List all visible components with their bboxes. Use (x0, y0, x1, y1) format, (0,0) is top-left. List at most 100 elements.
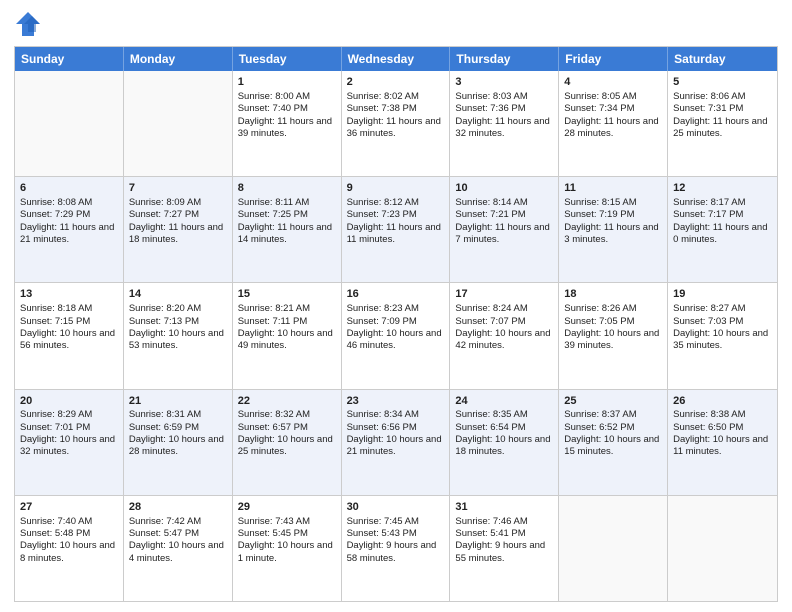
calendar-cell: 31Sunrise: 7:46 AM Sunset: 5:41 PM Dayli… (450, 496, 559, 601)
logo (14, 10, 46, 38)
calendar-cell (559, 496, 668, 601)
day-info: Sunrise: 8:11 AM Sunset: 7:25 PM Dayligh… (238, 197, 336, 246)
calendar-cell: 23Sunrise: 8:34 AM Sunset: 6:56 PM Dayli… (342, 390, 451, 495)
header (14, 10, 778, 38)
day-number: 10 (455, 181, 553, 196)
calendar-cell: 8Sunrise: 8:11 AM Sunset: 7:25 PM Daylig… (233, 177, 342, 282)
calendar-cell: 7Sunrise: 8:09 AM Sunset: 7:27 PM Daylig… (124, 177, 233, 282)
day-info: Sunrise: 7:43 AM Sunset: 5:45 PM Dayligh… (238, 516, 336, 565)
day-info: Sunrise: 7:40 AM Sunset: 5:48 PM Dayligh… (20, 516, 118, 565)
day-number: 14 (129, 287, 227, 302)
calendar: SundayMondayTuesdayWednesdayThursdayFrid… (14, 46, 778, 602)
day-number: 22 (238, 394, 336, 409)
day-number: 26 (673, 394, 772, 409)
day-info: Sunrise: 8:02 AM Sunset: 7:38 PM Dayligh… (347, 91, 445, 140)
day-number: 28 (129, 500, 227, 515)
day-number: 31 (455, 500, 553, 515)
calendar-row: 27Sunrise: 7:40 AM Sunset: 5:48 PM Dayli… (15, 495, 777, 601)
day-info: Sunrise: 8:24 AM Sunset: 7:07 PM Dayligh… (455, 303, 553, 352)
day-info: Sunrise: 8:32 AM Sunset: 6:57 PM Dayligh… (238, 409, 336, 458)
day-info: Sunrise: 7:46 AM Sunset: 5:41 PM Dayligh… (455, 516, 553, 565)
calendar-cell: 10Sunrise: 8:14 AM Sunset: 7:21 PM Dayli… (450, 177, 559, 282)
day-number: 1 (238, 75, 336, 90)
day-info: Sunrise: 8:08 AM Sunset: 7:29 PM Dayligh… (20, 197, 118, 246)
day-info: Sunrise: 8:20 AM Sunset: 7:13 PM Dayligh… (129, 303, 227, 352)
day-info: Sunrise: 8:12 AM Sunset: 7:23 PM Dayligh… (347, 197, 445, 246)
calendar-cell: 28Sunrise: 7:42 AM Sunset: 5:47 PM Dayli… (124, 496, 233, 601)
day-number: 2 (347, 75, 445, 90)
day-number: 15 (238, 287, 336, 302)
weekday-header: Saturday (668, 47, 777, 71)
day-number: 27 (20, 500, 118, 515)
day-info: Sunrise: 8:35 AM Sunset: 6:54 PM Dayligh… (455, 409, 553, 458)
day-info: Sunrise: 8:18 AM Sunset: 7:15 PM Dayligh… (20, 303, 118, 352)
day-info: Sunrise: 8:17 AM Sunset: 7:17 PM Dayligh… (673, 197, 772, 246)
calendar-cell: 4Sunrise: 8:05 AM Sunset: 7:34 PM Daylig… (559, 71, 668, 176)
calendar-cell: 30Sunrise: 7:45 AM Sunset: 5:43 PM Dayli… (342, 496, 451, 601)
calendar-cell: 21Sunrise: 8:31 AM Sunset: 6:59 PM Dayli… (124, 390, 233, 495)
calendar-cell: 27Sunrise: 7:40 AM Sunset: 5:48 PM Dayli… (15, 496, 124, 601)
day-info: Sunrise: 8:21 AM Sunset: 7:11 PM Dayligh… (238, 303, 336, 352)
day-info: Sunrise: 8:06 AM Sunset: 7:31 PM Dayligh… (673, 91, 772, 140)
calendar-cell: 14Sunrise: 8:20 AM Sunset: 7:13 PM Dayli… (124, 283, 233, 388)
day-number: 5 (673, 75, 772, 90)
calendar-cell: 11Sunrise: 8:15 AM Sunset: 7:19 PM Dayli… (559, 177, 668, 282)
calendar-row: 20Sunrise: 8:29 AM Sunset: 7:01 PM Dayli… (15, 389, 777, 495)
day-number: 17 (455, 287, 553, 302)
day-number: 3 (455, 75, 553, 90)
weekday-header: Sunday (15, 47, 124, 71)
day-number: 25 (564, 394, 662, 409)
day-number: 30 (347, 500, 445, 515)
calendar-cell: 17Sunrise: 8:24 AM Sunset: 7:07 PM Dayli… (450, 283, 559, 388)
day-info: Sunrise: 8:29 AM Sunset: 7:01 PM Dayligh… (20, 409, 118, 458)
calendar-cell: 29Sunrise: 7:43 AM Sunset: 5:45 PM Dayli… (233, 496, 342, 601)
calendar-cell: 20Sunrise: 8:29 AM Sunset: 7:01 PM Dayli… (15, 390, 124, 495)
day-number: 18 (564, 287, 662, 302)
weekday-header: Thursday (450, 47, 559, 71)
calendar-cell: 19Sunrise: 8:27 AM Sunset: 7:03 PM Dayli… (668, 283, 777, 388)
weekday-header: Friday (559, 47, 668, 71)
logo-icon (14, 10, 42, 38)
calendar-row: 13Sunrise: 8:18 AM Sunset: 7:15 PM Dayli… (15, 282, 777, 388)
day-number: 16 (347, 287, 445, 302)
weekday-header: Monday (124, 47, 233, 71)
day-number: 29 (238, 500, 336, 515)
calendar-cell: 3Sunrise: 8:03 AM Sunset: 7:36 PM Daylig… (450, 71, 559, 176)
calendar-header: SundayMondayTuesdayWednesdayThursdayFrid… (15, 47, 777, 71)
day-number: 4 (564, 75, 662, 90)
day-number: 6 (20, 181, 118, 196)
day-info: Sunrise: 7:42 AM Sunset: 5:47 PM Dayligh… (129, 516, 227, 565)
day-info: Sunrise: 8:23 AM Sunset: 7:09 PM Dayligh… (347, 303, 445, 352)
day-info: Sunrise: 8:09 AM Sunset: 7:27 PM Dayligh… (129, 197, 227, 246)
day-number: 11 (564, 181, 662, 196)
calendar-row: 1Sunrise: 8:00 AM Sunset: 7:40 PM Daylig… (15, 71, 777, 176)
day-number: 19 (673, 287, 772, 302)
day-info: Sunrise: 8:38 AM Sunset: 6:50 PM Dayligh… (673, 409, 772, 458)
calendar-cell: 6Sunrise: 8:08 AM Sunset: 7:29 PM Daylig… (15, 177, 124, 282)
day-number: 8 (238, 181, 336, 196)
page: SundayMondayTuesdayWednesdayThursdayFrid… (0, 0, 792, 612)
calendar-cell (668, 496, 777, 601)
calendar-cell: 25Sunrise: 8:37 AM Sunset: 6:52 PM Dayli… (559, 390, 668, 495)
calendar-row: 6Sunrise: 8:08 AM Sunset: 7:29 PM Daylig… (15, 176, 777, 282)
calendar-cell: 15Sunrise: 8:21 AM Sunset: 7:11 PM Dayli… (233, 283, 342, 388)
calendar-cell (124, 71, 233, 176)
day-info: Sunrise: 8:03 AM Sunset: 7:36 PM Dayligh… (455, 91, 553, 140)
day-info: Sunrise: 8:27 AM Sunset: 7:03 PM Dayligh… (673, 303, 772, 352)
weekday-header: Tuesday (233, 47, 342, 71)
calendar-cell: 13Sunrise: 8:18 AM Sunset: 7:15 PM Dayli… (15, 283, 124, 388)
calendar-cell: 2Sunrise: 8:02 AM Sunset: 7:38 PM Daylig… (342, 71, 451, 176)
calendar-cell: 16Sunrise: 8:23 AM Sunset: 7:09 PM Dayli… (342, 283, 451, 388)
calendar-cell: 12Sunrise: 8:17 AM Sunset: 7:17 PM Dayli… (668, 177, 777, 282)
day-info: Sunrise: 8:34 AM Sunset: 6:56 PM Dayligh… (347, 409, 445, 458)
day-info: Sunrise: 7:45 AM Sunset: 5:43 PM Dayligh… (347, 516, 445, 565)
day-number: 23 (347, 394, 445, 409)
day-info: Sunrise: 8:15 AM Sunset: 7:19 PM Dayligh… (564, 197, 662, 246)
calendar-cell: 18Sunrise: 8:26 AM Sunset: 7:05 PM Dayli… (559, 283, 668, 388)
calendar-cell (15, 71, 124, 176)
day-info: Sunrise: 8:05 AM Sunset: 7:34 PM Dayligh… (564, 91, 662, 140)
day-info: Sunrise: 8:14 AM Sunset: 7:21 PM Dayligh… (455, 197, 553, 246)
day-number: 13 (20, 287, 118, 302)
day-info: Sunrise: 8:31 AM Sunset: 6:59 PM Dayligh… (129, 409, 227, 458)
day-number: 12 (673, 181, 772, 196)
